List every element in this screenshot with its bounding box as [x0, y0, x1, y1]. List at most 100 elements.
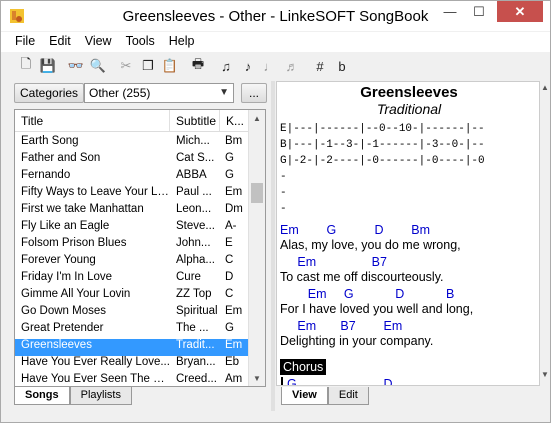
song-subtitle-cell: Tradit...	[176, 339, 215, 351]
song-content: Greensleeves Traditional E|---|------|--…	[280, 82, 538, 385]
song-list-row[interactable]: Have You Ever Seen The R... Creed... Am	[15, 373, 249, 386]
find-icon[interactable]: 👓	[65, 55, 87, 77]
song-list-row[interactable]: Great Pretender The ... G	[15, 322, 249, 339]
song-list-row[interactable]: Have You Ever Really Love... Bryan... Eb	[15, 356, 249, 373]
menu-help[interactable]: Help	[162, 32, 202, 52]
scroll-up-icon[interactable]: ▲	[249, 110, 265, 126]
song-list: Title Subtitle K... Earth Song Mich... Bm F…	[14, 109, 266, 387]
scroll-down-icon[interactable]: ▼	[249, 370, 265, 386]
song-key-cell: Eb	[225, 356, 240, 368]
song-key-cell: G	[225, 169, 234, 181]
song-list-row[interactable]: Fifty Ways to Leave Your Lo... Paul ... Em	[15, 186, 249, 203]
song-title-cell: Have You Ever Really Love...	[21, 356, 170, 368]
song-key-cell: C	[225, 288, 234, 300]
cut-icon[interactable]: ✂	[115, 55, 137, 77]
song-title-cell: Greensleeves	[21, 339, 92, 351]
song-list-row[interactable]: Fly Like an Eagle Steve... A-	[15, 220, 249, 237]
song-title-cell: Forever Young	[21, 254, 96, 266]
transpose-up-icon[interactable]: ♪	[237, 55, 259, 77]
find-replace-icon[interactable]: 🔍	[87, 55, 109, 77]
song-subtitle-cell: Steve...	[176, 220, 215, 232]
menu-view[interactable]: View	[78, 32, 119, 52]
song-list-row[interactable]: Go Down Moses Spiritual Em	[15, 305, 249, 322]
save-icon[interactable]: 💾	[37, 55, 59, 77]
song-title-cell: Fernando	[21, 169, 71, 181]
flat-icon[interactable]: b	[331, 55, 353, 77]
song-subtitle-cell: The ...	[176, 322, 209, 334]
column-header-key[interactable]: K...	[220, 110, 249, 131]
song-key-cell: Em	[225, 305, 243, 317]
song-subtitle: Traditional	[376, 101, 442, 117]
scroll-up-icon[interactable]: ▲	[540, 83, 550, 97]
song-subtitle-cell: ZZ Top	[176, 288, 212, 300]
categories-button[interactable]: Categories	[14, 83, 85, 103]
song-list-scrollbar[interactable]: ▲ ▼	[248, 110, 265, 386]
menu-file[interactable]: File	[8, 32, 42, 52]
song-list-row[interactable]: Earth Song Mich... Bm	[15, 135, 249, 152]
list-tabs: Songs Playlists	[14, 387, 132, 405]
song-title-cell: Have You Ever Seen The R...	[21, 373, 170, 385]
new-document-icon[interactable]: 🗋	[15, 55, 37, 77]
sharp-icon[interactable]: #	[309, 55, 331, 77]
note-down-icon[interactable]: ♬	[281, 55, 303, 77]
print-icon[interactable]: 🖶	[187, 55, 209, 77]
category-bar: Categories	[14, 83, 85, 103]
tab-line: E|---|------|--0--10-|------|--	[280, 123, 485, 135]
category-more-button[interactable]: ...	[241, 83, 267, 103]
tab-playlists[interactable]: Playlists	[69, 387, 132, 405]
tab-edit[interactable]: Edit	[327, 387, 369, 405]
column-header-subtitle[interactable]: Subtitle	[170, 110, 220, 131]
chorus-label: Chorus	[280, 359, 327, 375]
song-title-cell: Fifty Ways to Leave Your Lo...	[21, 186, 170, 198]
song-title-cell: Friday I'm In Love	[21, 271, 113, 283]
song-subtitle-cell: Cat S...	[176, 152, 215, 164]
song-key-cell: G	[225, 152, 234, 164]
song-title-cell: Go Down Moses	[21, 305, 107, 317]
tab-songs[interactable]: Songs	[14, 387, 70, 405]
tab-line: B|---|-1--3-|-1------|-3--0-|--	[280, 139, 485, 151]
toolbar: 🗋 💾 👓 🔍 ✂ ❐ 📋 🖶 ♫ ♪ ♩ ♬ # b	[1, 53, 550, 79]
song-view-scrollbar[interactable]: ▲ ▼	[540, 81, 550, 386]
tab-view[interactable]: View	[281, 387, 328, 405]
song-tabs: View Edit	[281, 387, 369, 405]
tablature-block: E|---|------|--0--10-|------|-- B|---|-1-…	[280, 121, 538, 217]
transpose-down-icon[interactable]: ♫	[215, 55, 237, 77]
song-title: Greensleeves	[360, 84, 458, 101]
scroll-thumb[interactable]	[251, 182, 263, 203]
column-header-title[interactable]: Title	[15, 110, 170, 131]
menu-edit[interactable]: Edit	[42, 32, 78, 52]
song-view: Greensleeves Traditional E|---|------|--…	[276, 81, 540, 386]
song-list-row[interactable]: First we take Manhattan Leon... Dm	[15, 203, 249, 220]
close-button[interactable]: ✕	[497, 1, 543, 22]
lyric-line: Alas, my love, you do me wrong,	[280, 238, 461, 252]
scroll-down-icon[interactable]: ▼	[540, 370, 550, 384]
chord-line: Em G D B	[280, 287, 455, 301]
song-list-row[interactable]: Forever Young Alpha... C	[15, 254, 249, 271]
category-select[interactable]: Other (255) ▼	[84, 83, 234, 103]
song-list-row[interactable]: Folsom Prison Blues John... E	[15, 237, 249, 254]
song-subtitle-cell: Alpha...	[176, 254, 215, 266]
song-list-row[interactable]: Friday I'm In Love Cure D	[15, 271, 249, 288]
song-list-row[interactable]: Greensleeves Tradit... Em	[15, 339, 249, 356]
menu-tools[interactable]: Tools	[119, 32, 162, 52]
tab-line: -	[280, 171, 287, 183]
song-subtitle-cell: Bryan...	[176, 356, 216, 368]
chord-line: Em B7 Em	[280, 319, 403, 333]
song-title-cell: Earth Song	[21, 135, 79, 147]
lyric-line: Delighting in your company.	[280, 334, 434, 348]
song-title-cell: Fly Like an Eagle	[21, 220, 110, 232]
song-list-row[interactable]: Fernando ABBA G	[15, 169, 249, 186]
song-key-cell: D	[225, 271, 234, 283]
pane-splitter[interactable]	[271, 81, 275, 411]
song-subtitle-cell: Leon...	[176, 203, 212, 215]
minimize-button[interactable]: —	[436, 1, 464, 22]
song-subtitle-cell: Spiritual	[176, 305, 218, 317]
song-list-row[interactable]: Father and Son Cat S... G	[15, 152, 249, 169]
song-key-cell: Bm	[225, 135, 243, 147]
song-title-cell: Gimme All Your Lovin	[21, 288, 131, 300]
paste-icon[interactable]: 📋	[159, 55, 181, 77]
song-list-row[interactable]: Gimme All Your Lovin ZZ Top C	[15, 288, 249, 305]
copy-icon[interactable]: ❐	[137, 55, 159, 77]
note-up-icon[interactable]: ♩	[259, 55, 281, 77]
maximize-button[interactable]: ☐	[465, 1, 493, 22]
